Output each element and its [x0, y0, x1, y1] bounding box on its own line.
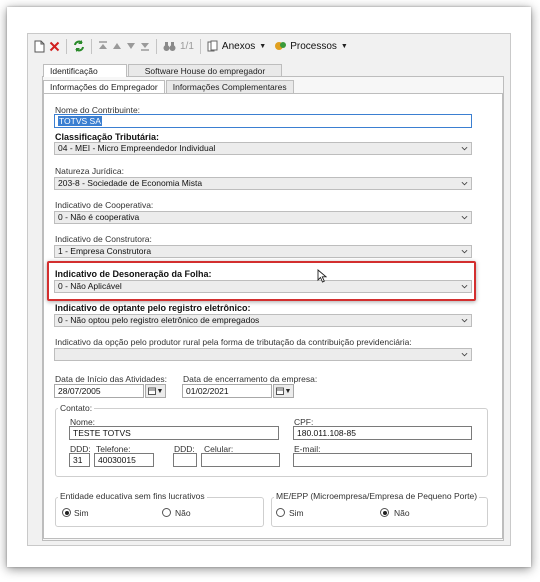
sub-tabs: Informações do Empregador Informações Co…	[43, 80, 295, 93]
delete-icon[interactable]	[47, 37, 62, 55]
chevron-down-icon	[461, 249, 468, 254]
meepp-legend: ME/EPP (Microempresa/Empresa de Pequeno …	[274, 491, 480, 501]
contato-legend: Contato:	[58, 403, 95, 413]
optante-select[interactable]: 0 - Não optou pelo registro eletrônico d…	[54, 314, 472, 327]
cpf-input[interactable]: 180.011.108-85	[293, 426, 472, 440]
natureza-label: Natureza Jurídica:	[55, 166, 124, 176]
toolbar-separator	[199, 38, 201, 54]
chevron-down-icon	[461, 352, 468, 357]
tab-identificacao[interactable]: Identificação	[43, 64, 127, 77]
email-input[interactable]	[293, 453, 472, 467]
construtora-select[interactable]: 1 - Empresa Construtora	[54, 245, 472, 258]
natureza-select[interactable]: 203-8 - Sociedade de Economia Mista	[54, 177, 472, 190]
processes-icon	[275, 42, 287, 50]
nome-contribuinte-input[interactable]: TOTVS SA	[54, 114, 472, 128]
cooperativa-value: 0 - Não é cooperativa	[58, 212, 140, 222]
toolbar-separator	[156, 38, 157, 54]
next-record-icon[interactable]	[124, 37, 138, 55]
attachments-icon	[207, 40, 218, 52]
binoculars-icon[interactable]	[161, 37, 178, 55]
data-inicio-input[interactable]: 28/07/2005	[54, 384, 144, 398]
anexos-menu[interactable]: Anexos ▼	[205, 37, 268, 55]
meepp-nao-radio[interactable]	[380, 508, 389, 517]
calendar-icon	[275, 387, 284, 395]
produtor-label: Indicativo da opção pelo produtor rural …	[55, 337, 412, 347]
calendar-icon	[147, 387, 156, 395]
tab-informacoes-empregador[interactable]: Informações do Empregador	[43, 80, 165, 93]
classificacao-select[interactable]: 04 - MEI - Micro Empreendedor Individual	[54, 142, 472, 155]
chevron-down-icon	[461, 146, 468, 151]
entidade-nao-label: Não	[175, 508, 191, 518]
screenshot-frame: 1/1 Anexos ▼ Processos ▼ Identificação S…	[7, 7, 531, 567]
data-encerramento-label: Data de encerramento da empresa:	[183, 374, 318, 384]
first-record-icon[interactable]	[96, 37, 110, 55]
processos-menu[interactable]: Processos ▼	[272, 37, 350, 55]
anexos-label: Anexos	[221, 40, 256, 52]
entidade-legend: Entidade educativa sem fins lucrativos	[58, 491, 207, 501]
nome-contribuinte-value: TOTVS SA	[58, 116, 102, 126]
toolbar-separator	[66, 38, 67, 54]
refresh-icon[interactable]	[71, 37, 87, 55]
chevron-down-icon	[461, 181, 468, 186]
cooperativa-label: Indicativo de Cooperativa:	[55, 200, 154, 210]
data-inicio-label: Data de Início das Atividades:	[55, 374, 167, 384]
optante-value: 0 - Não optou pelo registro eletrônico d…	[58, 315, 260, 325]
toolbar: 1/1 Anexos ▼ Processos ▼	[28, 34, 510, 58]
classificacao-label: Classificação Tributária:	[55, 132, 160, 142]
construtora-label: Indicativo de Construtora:	[55, 234, 152, 244]
chevron-down-icon: ▼	[284, 387, 292, 395]
meepp-sim-label: Sim	[289, 508, 304, 518]
ddd-input[interactable]: 31	[69, 453, 90, 467]
processos-label: Processos	[290, 40, 337, 52]
meepp-nao-label: Não	[394, 508, 410, 518]
natureza-value: 203-8 - Sociedade de Economia Mista	[58, 178, 203, 188]
construtora-value: 1 - Empresa Construtora	[58, 246, 152, 256]
chevron-down-icon	[461, 318, 468, 323]
previous-record-icon[interactable]	[110, 37, 124, 55]
chevron-down-icon	[461, 215, 468, 220]
new-document-icon[interactable]	[32, 37, 47, 55]
contato-nome-input[interactable]: TESTE TOTVS	[69, 426, 279, 440]
celular-input[interactable]	[201, 453, 280, 467]
entidade-sim-radio[interactable]	[62, 508, 71, 517]
tab-informacoes-complementares[interactable]: Informações Complementares	[165, 80, 294, 93]
classificacao-value: 04 - MEI - Micro Empreendedor Individual	[58, 143, 216, 153]
entidade-sim-label: Sim	[74, 508, 89, 518]
meepp-sim-radio[interactable]	[276, 508, 285, 517]
entidade-nao-radio[interactable]	[162, 508, 171, 517]
desoneracao-highlight	[47, 261, 476, 301]
toolbar-separator	[91, 38, 92, 54]
chevron-down-icon: ▼	[259, 42, 267, 50]
last-record-icon[interactable]	[138, 37, 152, 55]
cooperativa-select[interactable]: 0 - Não é cooperativa	[54, 211, 472, 224]
data-encerramento-calendar-button[interactable]: ▼	[273, 384, 294, 398]
chevron-down-icon: ▼	[156, 387, 164, 395]
data-inicio-calendar-button[interactable]: ▼	[145, 384, 166, 398]
record-pager: 1/1	[180, 40, 194, 52]
optante-label: Indicativo de optante pelo registro elet…	[55, 303, 251, 313]
data-encerramento-input[interactable]: 01/02/2021	[182, 384, 272, 398]
telefone-input[interactable]: 40030015	[94, 453, 154, 467]
chevron-down-icon: ▼	[340, 42, 348, 50]
ddd2-input[interactable]	[173, 453, 197, 467]
produtor-select[interactable]	[54, 348, 472, 361]
mouse-cursor-icon	[317, 269, 327, 283]
